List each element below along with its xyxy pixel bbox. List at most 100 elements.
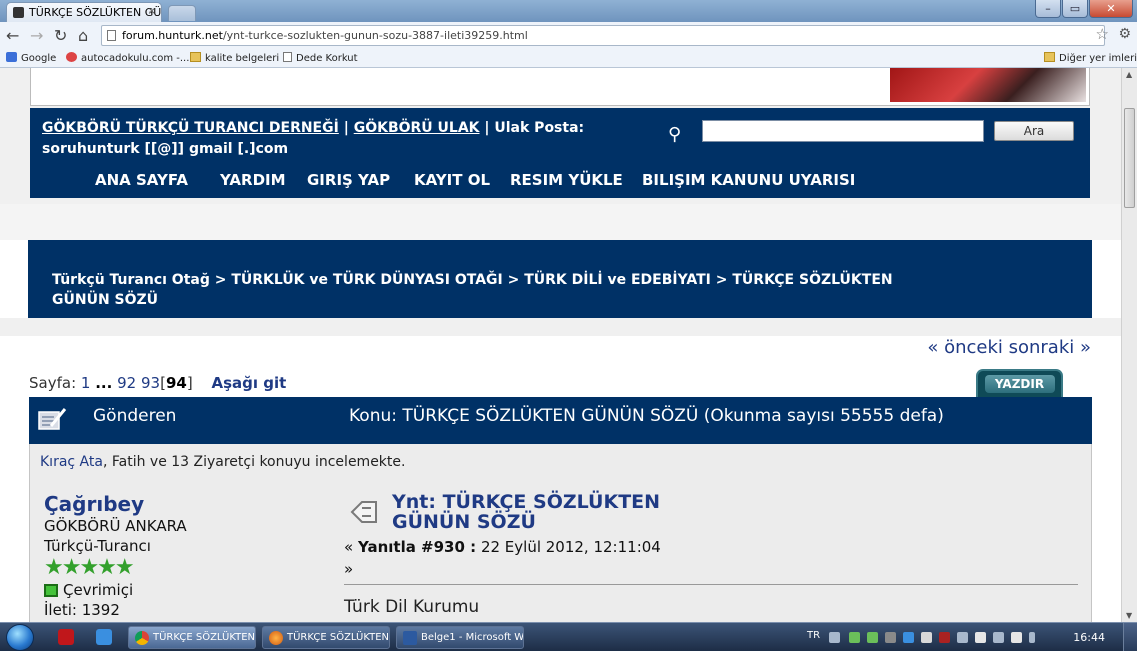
topbar-separator: | xyxy=(343,120,349,136)
menu-register[interactable]: KAYIT OL xyxy=(414,171,490,189)
tray-volume-icon[interactable] xyxy=(1029,632,1035,643)
minimize-button[interactable]: – xyxy=(1035,0,1061,18)
org-link[interactable]: GÖKBÖRÜ TÜRKÇÜ TURANCI DERNEĞİ xyxy=(42,120,339,136)
language-indicator[interactable]: TR xyxy=(807,630,820,641)
back-arrow-icon[interactable]: ← xyxy=(6,26,19,45)
poster-name[interactable]: Çağrıbey xyxy=(44,492,187,516)
maximize-button[interactable]: ▭ xyxy=(1062,0,1088,18)
site-topbar: GÖKBÖRÜ TÜRKÇÜ TURANCI DERNEĞİ | GÖKBÖRÜ… xyxy=(30,108,1090,166)
tray-display-icon[interactable] xyxy=(1011,632,1022,643)
search-input[interactable] xyxy=(702,120,984,142)
scroll-down-icon[interactable]: ▼ xyxy=(1126,611,1132,620)
page-link-92[interactable]: 92 xyxy=(117,374,136,392)
browser-tab-active[interactable]: TÜRKÇE SÖZLÜKTEN GÜN × xyxy=(6,2,162,22)
viewing-users: Kıraç Ata, Fatih ve 13 Ziyaretçi konuyu … xyxy=(40,454,405,470)
home-icon[interactable]: ⌂ xyxy=(78,26,88,45)
sender-column-label: Gönderen xyxy=(93,406,177,426)
message-icon xyxy=(348,498,380,526)
tray-app-icon[interactable] xyxy=(885,632,896,643)
tray-app-icon[interactable] xyxy=(867,632,878,643)
viewing-text: , Fatih ve 13 Ziyaretçi konuyu incelemek… xyxy=(102,454,406,470)
taskbar-clock[interactable]: 16:44 xyxy=(1073,631,1105,644)
main-menu: ANA SAYFA YARDIM GIRIŞ YAP KAYIT OL RESI… xyxy=(30,166,1090,198)
reply-suffix: » xyxy=(344,560,354,578)
search-wand-icon: ⚲ xyxy=(668,124,682,145)
poster-online-status: Çevrimiçi xyxy=(44,580,187,600)
tray-app-icon[interactable] xyxy=(921,632,932,643)
internet-explorer-icon[interactable] xyxy=(96,629,112,645)
online-status-icon xyxy=(44,584,58,597)
message-title[interactable]: Ynt: TÜRKÇE SÖZLÜKTEN GÜNÜN SÖZÜ xyxy=(392,492,692,532)
poster-post-count: İleti: 1392 xyxy=(44,601,120,619)
forward-arrow-icon[interactable]: → xyxy=(30,26,43,45)
message-arrow-icon xyxy=(350,501,377,523)
taskbar-word-window[interactable]: Belge1 - Microsoft W... xyxy=(396,626,524,649)
topic-edit-icon xyxy=(38,408,67,430)
tray-app-icon[interactable] xyxy=(903,632,914,643)
page-background-band xyxy=(0,318,1121,336)
page-ellipsis: ... xyxy=(95,374,113,392)
reload-icon[interactable]: ↻ xyxy=(54,26,67,45)
bookmark-star-icon[interactable]: ☆ xyxy=(1096,25,1109,43)
address-bar[interactable]: forum.hunturk.net/ynt-turkce-sozlukten-g… xyxy=(101,25,1105,46)
taskbar-firefox-window[interactable]: TÜRKÇE SÖZLÜKTEN... xyxy=(262,626,390,649)
print-tab: YAZDIR xyxy=(976,369,1063,399)
ulak-link[interactable]: GÖKBÖRÜ ULAK xyxy=(354,120,480,136)
print-button[interactable]: YAZDIR xyxy=(984,375,1055,393)
tab-close-icon[interactable]: × xyxy=(148,6,156,17)
scrollbar-thumb[interactable] xyxy=(1124,108,1135,208)
poster-title: Türkçü-Turancı xyxy=(44,537,151,555)
show-desktop-button[interactable] xyxy=(1123,623,1137,651)
menu-login[interactable]: GIRIŞ YAP xyxy=(307,171,390,189)
menu-home[interactable]: ANA SAYFA xyxy=(95,171,188,189)
close-window-button[interactable]: ✕ xyxy=(1089,0,1133,18)
pagination: Sayfa: 1 ... 92 93[94] Aşağı git xyxy=(29,374,286,392)
tray-app-icon[interactable] xyxy=(849,632,860,643)
bookmark-google[interactable]: Google xyxy=(6,52,56,64)
tray-app-icon[interactable] xyxy=(939,632,950,643)
message-divider xyxy=(344,584,1078,585)
prev-next-links[interactable]: « önceki sonraki » xyxy=(927,337,1091,358)
scroll-up-icon[interactable]: ▲ xyxy=(1126,70,1132,79)
folder-icon xyxy=(1044,52,1055,62)
taskbar-chrome-window[interactable]: TÜRKÇE SÖZLÜKTEN... xyxy=(128,626,256,649)
current-page: 94 xyxy=(165,374,187,392)
vertical-scrollbar[interactable]: ▲ ▼ xyxy=(1121,68,1137,622)
google-icon xyxy=(6,52,17,62)
poster-group: GÖKBÖRÜ ANKARA xyxy=(44,517,187,535)
opera-icon[interactable] xyxy=(58,629,74,645)
menu-help[interactable]: YARDIM xyxy=(220,171,286,189)
bookmark-other[interactable]: Diğer yer imleri xyxy=(1044,52,1137,64)
tab-title: TÜRKÇE SÖZLÜKTEN GÜN xyxy=(29,6,162,19)
tray-flag-icon[interactable] xyxy=(975,632,986,643)
new-tab-button[interactable] xyxy=(168,5,196,21)
word-icon xyxy=(403,631,417,645)
browser-titlebar: TÜRKÇE SÖZLÜKTEN GÜN × – ▭ ✕ xyxy=(0,0,1137,22)
bookmark-dede-korkut[interactable]: Dede Korkut xyxy=(283,52,358,64)
reply-prefix: « xyxy=(344,538,354,556)
page-link-93[interactable]: 93 xyxy=(141,374,160,392)
breadcrumb[interactable]: Türkçü Turancı Otağ > TÜRKLÜK ve TÜRK DÜ… xyxy=(52,270,952,310)
tray-network-icon[interactable] xyxy=(957,632,968,643)
start-button[interactable] xyxy=(6,624,34,651)
go-down-link[interactable]: Aşağı git xyxy=(211,374,286,392)
topic-title: Konu: TÜRKÇE SÖZLÜKTEN GÜNÜN SÖZÜ (Okunm… xyxy=(349,406,944,426)
search-button[interactable]: Ara xyxy=(994,121,1074,141)
tray-battery-icon[interactable] xyxy=(993,632,1004,643)
page-label: Sayfa: xyxy=(29,374,77,392)
site-favicon-icon xyxy=(13,7,24,18)
menu-upload-image[interactable]: RESIM YÜKLE xyxy=(510,171,623,189)
menu-law-warning[interactable]: BILIŞIM KANUNU UYARISI xyxy=(642,171,855,189)
poster-rank-stars-icon: ★★★★★ xyxy=(44,555,135,580)
banner-image xyxy=(890,68,1086,102)
settings-wrench-icon[interactable]: ⚙ xyxy=(1118,26,1131,42)
tray-keyboard-icon[interactable] xyxy=(829,632,840,643)
browser-toolbar: ← → ↻ ⌂ forum.hunturk.net/ynt-turkce-soz… xyxy=(0,22,1137,49)
bookmark-kalite-belgeleri[interactable]: kalite belgeleri xyxy=(190,52,279,64)
bookmark-autocadokulu[interactable]: autocadokulu.com -... xyxy=(66,52,189,64)
post-header: Gönderen Konu: TÜRKÇE SÖZLÜKTEN GÜNÜN SÖ… xyxy=(29,397,1092,444)
viewing-user-link[interactable]: Kıraç Ata xyxy=(40,454,103,470)
firefox-icon xyxy=(269,631,283,645)
page-link-1[interactable]: 1 xyxy=(81,374,91,392)
reply-label[interactable]: Yanıtla #930 : xyxy=(358,538,476,556)
